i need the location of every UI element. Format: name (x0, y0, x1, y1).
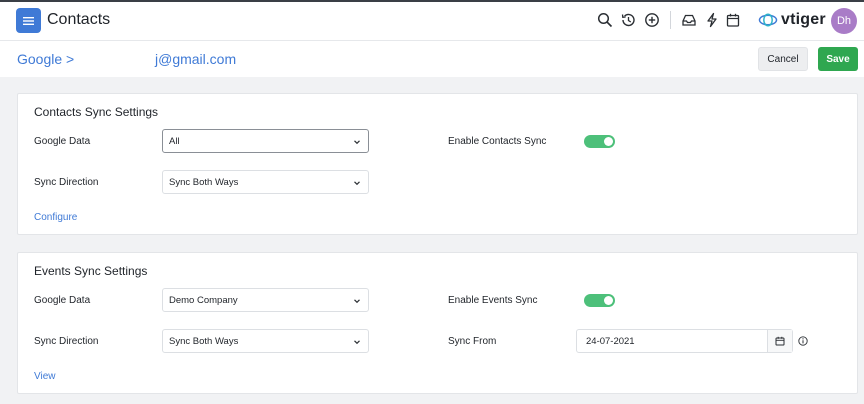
chevron-down-icon (354, 140, 360, 145)
contacts-google-data-select[interactable]: All (162, 129, 369, 153)
contacts-sync-title: Contacts Sync Settings (34, 105, 159, 119)
enable-contacts-sync-label: Enable Contacts Sync (448, 136, 547, 147)
bolt-icon[interactable] (704, 12, 720, 28)
vtiger-logo-icon (758, 13, 778, 27)
chevron-down-icon (354, 299, 360, 304)
top-border (0, 0, 864, 2)
contacts-google-data-value: All (169, 135, 180, 147)
inbox-icon[interactable] (681, 12, 697, 28)
info-icon[interactable] (798, 336, 808, 346)
events-google-data-select[interactable]: Demo Company (162, 288, 369, 312)
sync-from-date-input[interactable]: 24-07-2021 (576, 329, 793, 353)
date-picker-button[interactable] (767, 330, 792, 352)
enable-contacts-sync-toggle[interactable] (584, 135, 615, 148)
chevron-down-icon (354, 181, 360, 186)
contacts-sync-direction-value: Sync Both Ways (169, 176, 239, 188)
calendar-icon[interactable] (725, 12, 741, 28)
enable-events-sync-label: Enable Events Sync (448, 295, 538, 306)
hamburger-icon (23, 16, 34, 25)
events-sync-title: Events Sync Settings (34, 264, 148, 278)
contacts-google-data-label: Google Data (34, 136, 91, 147)
events-sync-direction-select[interactable]: Sync Both Ways (162, 329, 369, 353)
events-google-data-label: Google Data (34, 295, 91, 306)
vtiger-logo[interactable]: vtiger (758, 10, 826, 30)
account-email: j@gmail.com (155, 51, 237, 67)
search-icon[interactable] (597, 12, 613, 28)
toggle-knob (604, 296, 613, 305)
menu-button[interactable] (16, 8, 41, 33)
chevron-down-icon (354, 340, 360, 345)
contacts-sync-card: Contacts Sync Settings Google Data All E… (17, 93, 858, 235)
sync-from-date-value: 24-07-2021 (586, 335, 635, 347)
events-google-data-value: Demo Company (169, 294, 238, 306)
cancel-button[interactable]: Cancel (758, 47, 808, 71)
sub-header: Google > j@gmail.com Cancel Save (0, 41, 864, 77)
view-link[interactable]: View (34, 371, 56, 382)
breadcrumb-google[interactable]: Google > (17, 51, 74, 67)
save-button[interactable]: Save (818, 47, 858, 71)
enable-events-sync-toggle[interactable] (584, 294, 615, 307)
add-circle-icon[interactable] (644, 12, 660, 28)
brand-name: vtiger (781, 11, 826, 28)
contacts-sync-direction-select[interactable]: Sync Both Ways (162, 170, 369, 194)
sync-from-label: Sync From (448, 336, 497, 347)
history-icon[interactable] (620, 12, 636, 28)
events-sync-direction-label: Sync Direction (34, 336, 99, 347)
app-title: Contacts (47, 11, 111, 28)
contacts-sync-direction-label: Sync Direction (34, 177, 99, 188)
calendar-icon (775, 336, 785, 346)
toggle-knob (604, 137, 613, 146)
events-sync-direction-value: Sync Both Ways (169, 335, 239, 347)
events-sync-card: Events Sync Settings Google Data Demo Co… (17, 252, 858, 394)
configure-link[interactable]: Configure (34, 212, 77, 223)
avatar[interactable]: Dh (831, 8, 857, 34)
toolbar-divider (670, 11, 671, 29)
top-bar: Contacts vtiger Dh (0, 0, 864, 41)
